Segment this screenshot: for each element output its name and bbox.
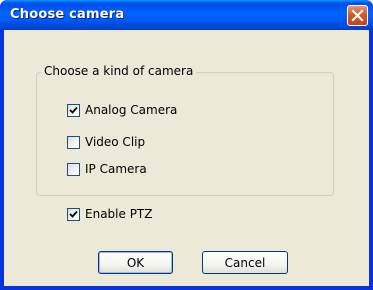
ip-camera-label: IP Camera (85, 162, 147, 176)
checkbox-box[interactable] (67, 103, 80, 117)
checkbox-box[interactable] (67, 135, 80, 149)
title-bar[interactable]: Choose camera (0, 0, 373, 30)
enable-ptz-label: Enable PTZ (85, 207, 153, 221)
enable-ptz-checkbox[interactable]: Enable PTZ (67, 206, 152, 222)
analog-camera-checkbox[interactable]: Analog Camera (67, 102, 177, 118)
checkbox-box[interactable] (67, 162, 80, 176)
analog-camera-label: Analog Camera (85, 103, 178, 117)
video-clip-label: Video Clip (85, 135, 146, 149)
dialog-body: Choose a kind of camera Analog Camera Vi… (4, 30, 369, 286)
ok-button[interactable]: OK (98, 251, 173, 274)
ip-camera-checkbox[interactable]: IP Camera (67, 161, 147, 177)
camera-type-legend: Choose a kind of camera (41, 64, 197, 78)
close-button[interactable] (347, 5, 368, 26)
cancel-button[interactable]: Cancel (202, 251, 288, 274)
dialog-window: Choose camera Choose a kind of camera An… (0, 0, 373, 290)
video-clip-checkbox[interactable]: Video Clip (67, 134, 145, 150)
window-title: Choose camera (10, 7, 125, 22)
ok-button-label: OK (126, 255, 145, 270)
close-icon (351, 9, 364, 22)
checkmark-icon (69, 210, 78, 218)
checkmark-icon (69, 106, 78, 114)
checkbox-box[interactable] (67, 207, 80, 221)
cancel-button-label: Cancel (224, 255, 266, 270)
